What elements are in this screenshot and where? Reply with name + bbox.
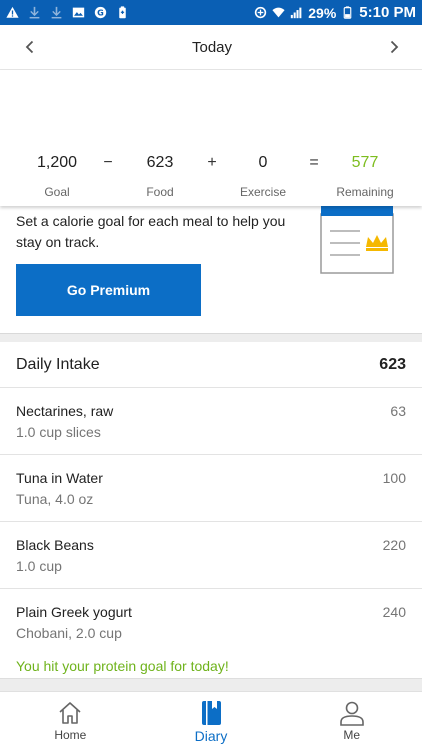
next-day-button[interactable]: [382, 35, 406, 59]
promo-text: Set a calorie goal for each meal to help…: [16, 213, 286, 250]
data-saver-icon: [254, 6, 267, 19]
food-name: Tuna in Water: [16, 470, 103, 486]
nav-diary-label: Diary: [194, 728, 228, 744]
exercise-label: Exercise: [239, 185, 287, 199]
warning-icon: [6, 6, 19, 19]
food-entry[interactable]: Plain Greek yogurt Chobani, 2.0 cup 240 …: [0, 589, 422, 679]
food-serving: Chobani, 2.0 cup: [16, 625, 122, 641]
daily-intake-title: Daily Intake: [16, 355, 100, 373]
battery-icon: [341, 6, 354, 19]
calories-remaining-summary[interactable]: 1,200 − 623 + 0 = 577 Goal Food Exercise…: [0, 70, 422, 206]
status-time: 5:10 PM: [359, 4, 416, 21]
g-app-icon: G: [94, 6, 107, 19]
food-label: Food: [146, 185, 174, 199]
section-divider: [0, 333, 422, 342]
goal-label: Goal: [44, 185, 70, 199]
battery-percent: 29%: [308, 4, 337, 21]
minus-operator: −: [103, 154, 113, 171]
person-icon: [339, 701, 364, 726]
exercise-value: 0: [258, 154, 268, 171]
diary-book-icon: [202, 701, 221, 725]
date-title[interactable]: Today: [192, 39, 232, 56]
meal-goal-clipboard-icon: [320, 206, 394, 274]
status-bar: G 29% 5:10 PM: [0, 0, 422, 25]
food-name: Black Beans: [16, 537, 94, 553]
nav-me-label: Me: [343, 728, 361, 742]
food-serving: Tuna, 4.0 oz: [16, 491, 94, 507]
food-calories: 63: [390, 403, 406, 419]
food-serving: 1.0 cup: [16, 558, 62, 574]
battery-saver-icon: [116, 6, 129, 19]
status-left-icons: G: [6, 6, 129, 19]
bottom-navigation: Home Diary Me: [0, 691, 422, 750]
food-serving: 1.0 cup slices: [16, 424, 101, 440]
plus-operator: +: [207, 154, 217, 171]
remaining-label: Remaining: [336, 185, 394, 199]
protein-goal-message: You hit your protein goal for today!: [16, 658, 229, 674]
food-value: 623: [146, 154, 174, 171]
food-name: Plain Greek yogurt: [16, 604, 132, 620]
nav-home-label: Home: [54, 728, 87, 742]
daily-intake-header[interactable]: Daily Intake 623: [0, 342, 422, 388]
download-icon: [28, 6, 41, 19]
daily-intake-total: 623: [379, 355, 406, 373]
image-icon: [72, 6, 85, 19]
date-navigation-header: Today: [0, 25, 422, 70]
food-entry[interactable]: Black Beans 1.0 cup 220: [0, 522, 422, 589]
food-calories: 220: [382, 537, 406, 553]
nav-diary[interactable]: Diary: [141, 692, 282, 750]
food-calories: 100: [382, 470, 406, 486]
food-entry[interactable]: Nectarines, raw 1.0 cup slices 63: [0, 388, 422, 455]
food-name: Nectarines, raw: [16, 403, 114, 419]
nav-home[interactable]: Home: [0, 692, 141, 750]
food-entry[interactable]: Tuna in Water Tuna, 4.0 oz 100: [0, 455, 422, 522]
section-divider: [0, 678, 422, 691]
goal-value: 1,200: [36, 154, 78, 171]
chevron-left-icon: [25, 40, 34, 54]
wifi-icon: [272, 6, 285, 19]
premium-promo-card: Set a calorie goal for each meal to help…: [0, 206, 422, 333]
equals-operator: =: [309, 154, 319, 171]
food-list: Nectarines, raw 1.0 cup slices 63 Tuna i…: [0, 388, 422, 679]
food-calories: 240: [382, 604, 406, 620]
signal-icon: [290, 6, 303, 19]
nav-me[interactable]: Me: [281, 692, 422, 750]
remaining-value: 577: [351, 154, 379, 171]
previous-day-button[interactable]: [18, 35, 42, 59]
svg-text:G: G: [97, 7, 104, 17]
home-icon: [59, 702, 81, 724]
chevron-right-icon: [390, 40, 399, 54]
go-premium-button[interactable]: Go Premium: [16, 264, 201, 316]
status-right-icons: 29% 5:10 PM: [254, 4, 416, 21]
download-icon: [50, 6, 63, 19]
